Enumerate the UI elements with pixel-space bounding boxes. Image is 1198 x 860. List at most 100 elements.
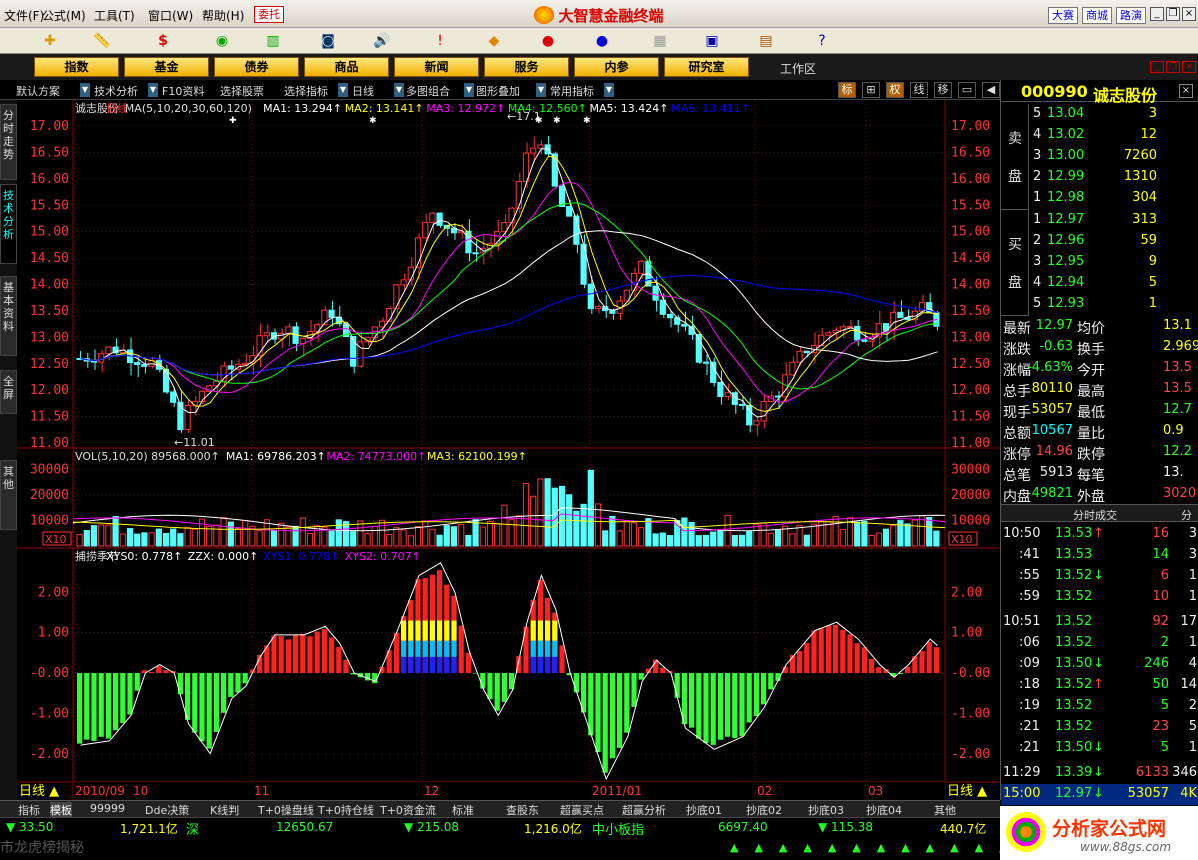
indicator-tab[interactable]: T+0操盘线 <box>258 802 314 818</box>
indicator-tab[interactable]: 模板 <box>50 802 72 818</box>
calculator-icon[interactable]: ▦ <box>650 32 670 50</box>
close-icon[interactable]: × <box>1182 61 1196 73</box>
buy-row[interactable]: 5 12.93 1 <box>1001 294 1198 315</box>
common-indicator-button[interactable]: 常用指标 <box>550 83 594 99</box>
min-icon[interactable]: _ <box>1150 61 1164 73</box>
move-icon[interactable]: ✚ <box>40 32 60 50</box>
indicator-bar-neg <box>242 673 248 684</box>
restore-icon[interactable]: ❐ <box>1166 61 1180 73</box>
multi-chart-button[interactable]: 多图组合 <box>406 83 450 99</box>
indicator-bar-cyan <box>437 640 443 657</box>
info-icon[interactable]: ! <box>430 32 450 50</box>
close-icon[interactable]: × <box>1182 7 1196 21</box>
side-tab-technical[interactable]: 技术分析 <box>0 184 17 264</box>
blue-circle-icon[interactable]: ● <box>592 32 612 50</box>
line-button[interactable]: 线 <box>910 82 928 98</box>
indicator-tab[interactable]: T+0资金流 <box>380 802 436 818</box>
side-tab-basic[interactable]: 基本资料 <box>0 276 17 356</box>
indicator-tab[interactable]: 其他 <box>934 802 956 818</box>
close-icon[interactable]: × <box>1179 84 1193 98</box>
indicator-bar-neg <box>494 673 500 711</box>
overlay-button[interactable]: 图形叠加 <box>476 83 520 99</box>
indicator-tab[interactable]: 99999 <box>90 802 125 815</box>
nav-fund[interactable]: 基金 <box>124 57 209 77</box>
indicator-tab[interactable]: 抄底03 <box>808 802 844 818</box>
f10-button[interactable]: F10资料 <box>162 83 204 99</box>
rights-button[interactable]: 权 <box>886 82 904 98</box>
price-tick-right: 11.00 <box>951 436 990 451</box>
nav-news[interactable]: 新闻 <box>394 57 479 77</box>
indicator-tab[interactable]: 查股东 <box>506 802 539 818</box>
chevron-down-icon[interactable]: ▼ <box>148 83 158 97</box>
shift-button[interactable]: 移 <box>934 82 952 98</box>
side-tab-intraday[interactable]: 分时走势 <box>0 104 17 180</box>
chevron-down-icon[interactable]: ▼ <box>604 83 614 97</box>
ticks-tab[interactable]: 分 <box>1181 507 1192 523</box>
roadshow-button[interactable]: 路演 <box>1116 7 1146 24</box>
contest-button[interactable]: 大赛 <box>1048 7 1078 24</box>
kline-chart[interactable]: ←17.1←11.01✚ ✱ ✱ ✱ ✱ 17.00 17.0016.50 16.5016.… <box>17 100 1000 800</box>
sell-row[interactable]: 1 12.98 304 <box>1001 188 1198 209</box>
nav-research[interactable]: 研究室 <box>664 57 749 77</box>
side-tab-other[interactable]: 其他 <box>0 460 17 530</box>
traffic-light-icon[interactable]: ◉ <box>212 32 232 50</box>
indicator-tab[interactable]: 超赢买点 <box>560 802 604 818</box>
nav-bond[interactable]: 债券 <box>214 57 299 77</box>
indicator-tab[interactable]: 抄底01 <box>686 802 722 818</box>
nav-index[interactable]: 指数 <box>34 57 119 77</box>
scheme-select[interactable]: 默认方案 <box>16 83 60 99</box>
indicator-tab[interactable]: 标准 <box>452 802 474 818</box>
chevron-down-icon[interactable]: ▼ <box>394 83 404 97</box>
binoculars-icon[interactable]: ◙ <box>318 32 338 50</box>
sell-row[interactable]: 4 13.02 12 <box>1001 125 1198 146</box>
period-select[interactable]: 日线 <box>352 83 374 99</box>
indicator-tab[interactable]: 超赢分析 <box>622 802 666 818</box>
chevron-down-icon[interactable]: ▼ <box>338 83 348 97</box>
mall-button[interactable]: 商城 <box>1082 7 1112 24</box>
buy-row[interactable]: 4 12.94 5 <box>1001 273 1198 294</box>
buy-row[interactable]: 3 12.95 9 <box>1001 252 1198 273</box>
app-title: 大智慧金融终端 <box>0 5 1198 26</box>
restore-icon[interactable]: ❐ <box>1166 7 1180 21</box>
mark-button[interactable]: 标 <box>838 82 856 98</box>
indicator-tab[interactable]: Dde决策 <box>145 802 189 818</box>
indicator-tab[interactable]: T+0持仓线 <box>318 802 374 818</box>
chevron-down-icon[interactable]: ▼ <box>80 83 90 97</box>
chevron-down-icon[interactable]: ▼ <box>536 83 546 97</box>
grid-button[interactable]: ⊞ <box>862 82 880 98</box>
select-stock-button[interactable]: 选择股票 <box>220 83 264 99</box>
indicator-bar-blue <box>429 656 435 674</box>
quote-value: 53057 <box>1031 402 1073 417</box>
speaker-icon[interactable]: 🔊 <box>372 32 392 50</box>
indicator-tab[interactable]: 指标 <box>18 802 40 818</box>
diamond-icon[interactable]: ◆ <box>484 32 504 50</box>
sell-row[interactable]: 5 13.04 3 <box>1001 104 1198 125</box>
indicator-tab[interactable]: K线判 <box>210 802 239 818</box>
help-cursor-icon[interactable]: ? <box>812 32 832 50</box>
bars-icon[interactable]: ▥ <box>263 32 283 50</box>
nav-reference[interactable]: 内参 <box>574 57 659 77</box>
tech-analysis-select[interactable]: 技术分析 <box>94 83 138 99</box>
window-icon[interactable]: ▣ <box>702 32 722 50</box>
workarea-label[interactable]: 工作区 <box>780 60 816 77</box>
select-indicator-button[interactable]: 选择指标 <box>284 83 328 99</box>
nav-commodity[interactable]: 商品 <box>304 57 389 77</box>
window-toggle-icon[interactable]: ▭ <box>958 82 976 98</box>
sell-row[interactable]: 2 12.99 1310 <box>1001 167 1198 188</box>
buy-row[interactable]: 2 12.96 59 <box>1001 231 1198 252</box>
side-tab-fullscreen[interactable]: 全屏 <box>0 370 17 414</box>
price-tick-left: 17.00 <box>30 119 69 134</box>
books-icon[interactable]: ▤ <box>756 32 776 50</box>
trade-icon[interactable]: $ <box>153 32 173 50</box>
indicator-tab[interactable]: 抄底02 <box>746 802 782 818</box>
minimize-icon[interactable]: _ <box>1150 7 1164 21</box>
ticks-title[interactable]: 分时成交 <box>1073 507 1117 523</box>
red-circle-icon[interactable]: ● <box>538 32 558 50</box>
chevron-down-icon[interactable]: ▼ <box>464 83 474 97</box>
nav-service[interactable]: 服务 <box>484 57 569 77</box>
buy-row[interactable]: 1 12.97 313 <box>1001 210 1198 231</box>
sell-row[interactable]: 3 13.00 7260 <box>1001 146 1198 167</box>
indicator-tab[interactable]: 抄底04 <box>866 802 902 818</box>
prev-icon[interactable]: ◀ <box>982 82 1000 98</box>
ruler-icon[interactable]: 📏 <box>92 32 112 50</box>
